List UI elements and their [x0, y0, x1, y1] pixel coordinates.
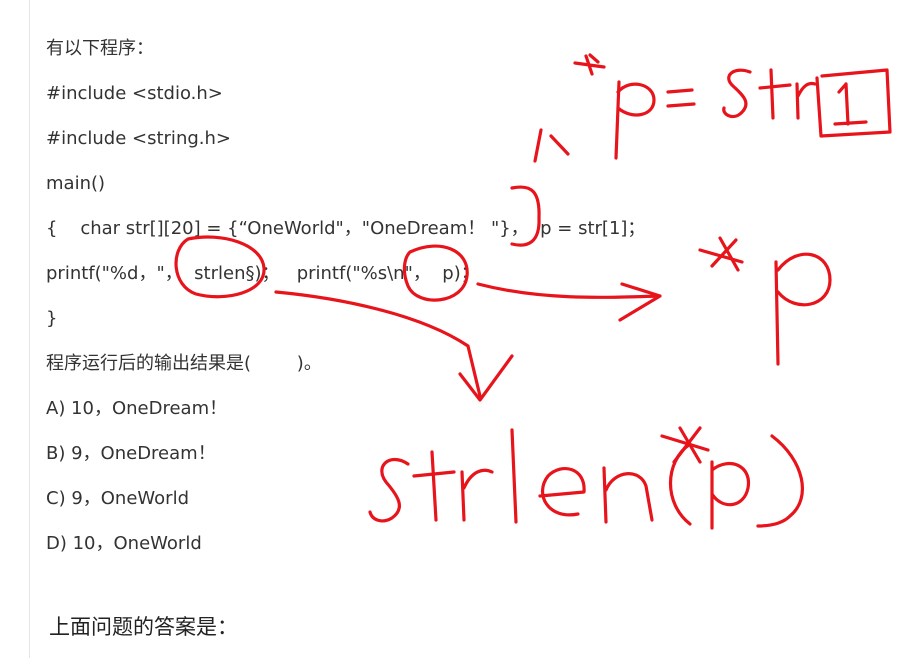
option-d[interactable]: D) 10，OneWorld	[46, 521, 646, 566]
code-line-printf: printf("%d，"， strlen§)； printf("%s\n"， p…	[46, 263, 479, 284]
question-block: 有以下程序： #include <stdio.h> #include <stri…	[46, 26, 646, 566]
option-a[interactable]: A) 10，OneDream！	[46, 386, 646, 431]
option-b[interactable]: B) 9，OneDream！	[46, 431, 646, 476]
code-line-include-stdio: #include <stdio.h>	[46, 83, 223, 104]
annotation-star-p	[698, 236, 832, 366]
code-line-declaration: { char str[][20] = {“OneWorld"，"OneDream…	[46, 218, 646, 239]
question-prompt: 有以下程序：	[46, 38, 154, 59]
question-stem: 程序运行后的输出结果是( )。	[46, 353, 322, 374]
code-line-close-brace: }	[46, 308, 58, 329]
answer-heading: 上面问题的答案是：	[49, 615, 238, 639]
option-c[interactable]: C) 9，OneWorld	[46, 476, 646, 521]
code-line-main: main()	[46, 173, 106, 194]
code-line-include-string: #include <string.h>	[46, 128, 231, 149]
content-left-border	[29, 0, 30, 658]
